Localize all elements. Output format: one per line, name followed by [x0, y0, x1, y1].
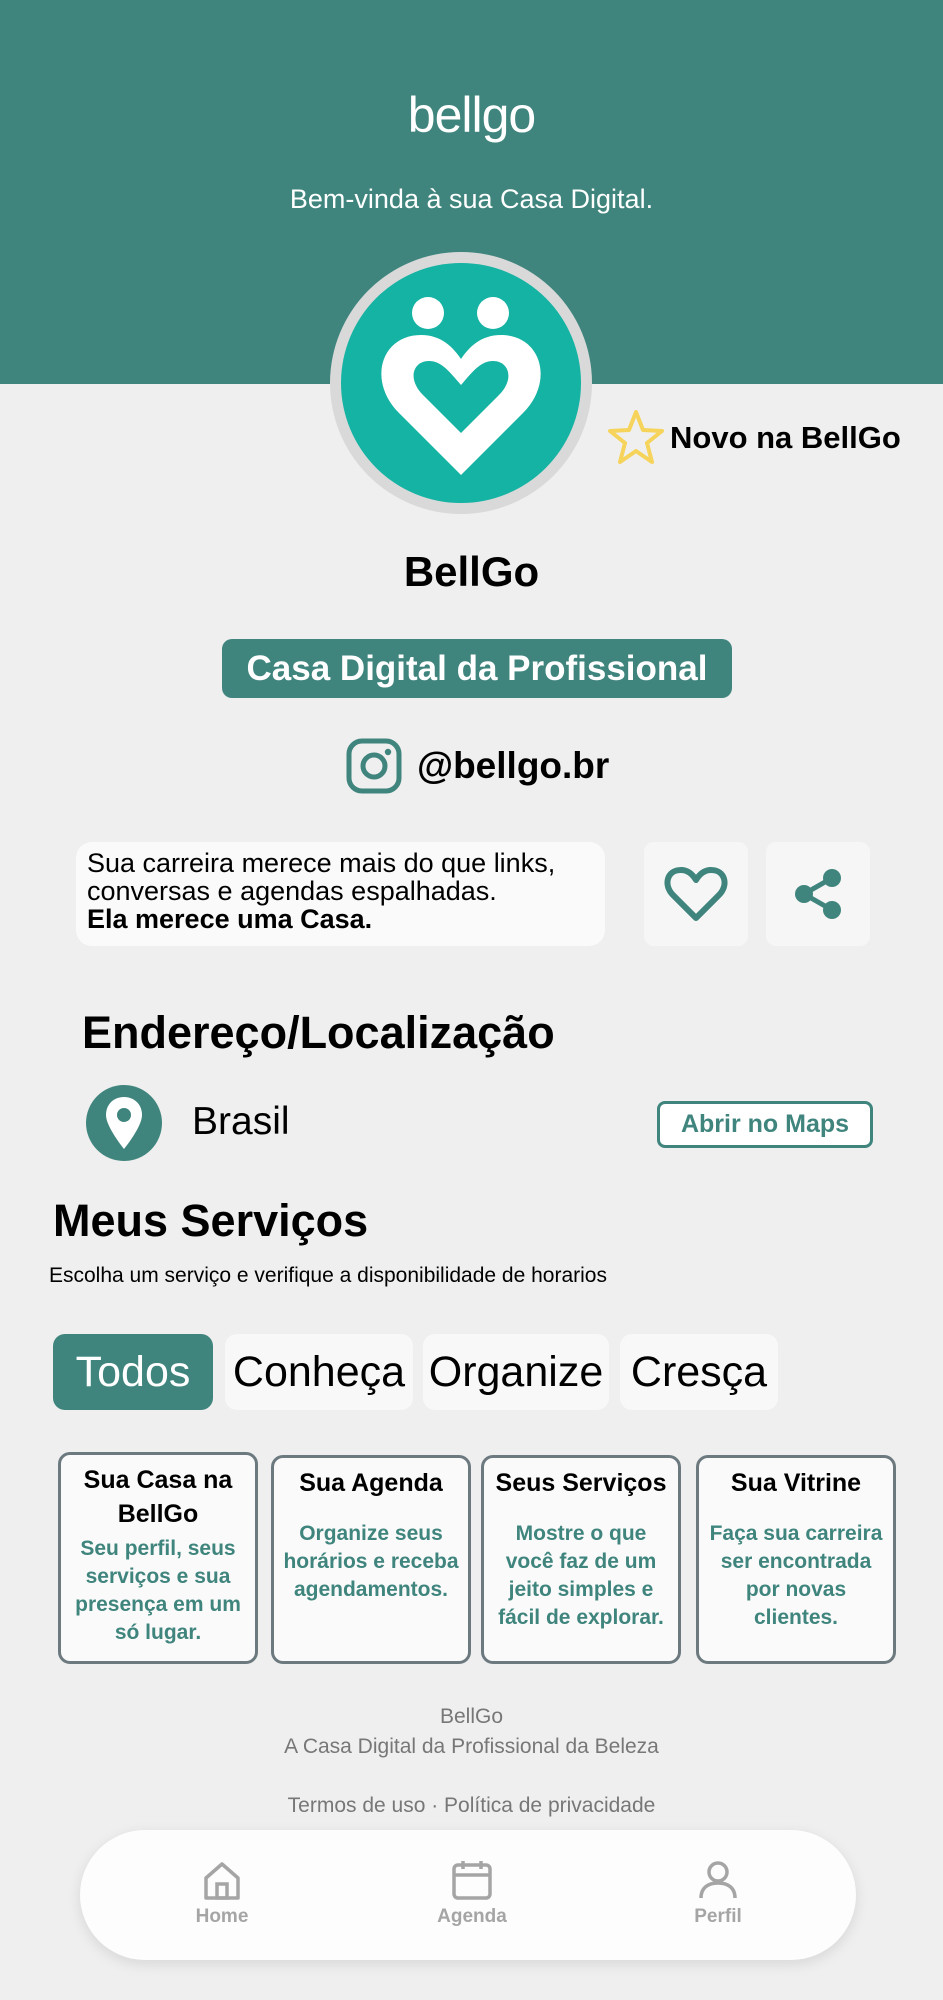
- footer-tagline: A Casa Digital da Profissional da Beleza: [284, 1735, 659, 1758]
- location-section-title: Endereço/Localização: [82, 1007, 555, 1058]
- service-card-description: Seu perfil, seus serviços e sua presença…: [75, 1537, 241, 1644]
- service-card[interactable]: Sua Agenda Organize seus horários e rece…: [271, 1455, 471, 1664]
- bio-line-1: Sua carreira merece mais do que links,: [87, 848, 556, 878]
- logo-text: bellgo: [407, 87, 536, 143]
- nav-home[interactable]: Home: [162, 1858, 282, 1928]
- calendar-icon: [452, 1861, 492, 1900]
- share-button[interactable]: [766, 842, 870, 946]
- nav-perfil-label: Perfil: [694, 1906, 742, 1927]
- nav-home-label: Home: [195, 1906, 249, 1927]
- new-member-badge: Novo na BellGo: [606, 408, 901, 468]
- instagram-handle[interactable]: @bellgo.br: [417, 745, 609, 787]
- brand-logo: bellgo: [0, 86, 943, 144]
- filter-organize[interactable]: Organize: [423, 1334, 609, 1410]
- open-maps-button[interactable]: Abrir no Maps: [657, 1101, 873, 1148]
- instagram-icon: [346, 738, 402, 794]
- favorite-button[interactable]: [644, 842, 748, 946]
- service-card-title: Sua Agenda: [299, 1469, 443, 1497]
- location-pin-icon: [106, 1097, 142, 1149]
- location-pin: [86, 1085, 162, 1161]
- share-icon: [795, 869, 841, 919]
- filter-conheca[interactable]: Conheça: [225, 1334, 413, 1410]
- bio-bold-line: Ela merece uma Casa.: [87, 905, 594, 933]
- welcome-text: Bem-vinda à sua Casa Digital.: [289, 184, 654, 214]
- filter-cresca[interactable]: Cresça: [620, 1334, 778, 1410]
- user-icon: [699, 1861, 737, 1899]
- footer-brand: BellGo: [439, 1705, 504, 1728]
- services-section-title: Meus Serviços: [53, 1195, 369, 1246]
- service-card-description: Faça sua carreira ser encontrada por nov…: [709, 1522, 883, 1629]
- heart-logo-icon: [381, 297, 541, 475]
- bottom-navigation: Home Agenda Perfil: [80, 1830, 856, 1960]
- filter-todos[interactable]: Todos: [53, 1334, 213, 1410]
- service-card-description: Organize seus horários e receba agendame…: [283, 1522, 459, 1601]
- avatar: [341, 263, 581, 503]
- service-card-title-line2: BellGo: [117, 1500, 199, 1528]
- service-card-title: Sua Casa na: [83, 1466, 233, 1494]
- service-card[interactable]: Sua Vitrine Faça sua carreira ser encont…: [696, 1455, 896, 1664]
- bio-line-2: conversas e agendas espalhadas.: [87, 876, 497, 906]
- new-member-label: Novo na BellGo: [670, 420, 901, 455]
- service-card[interactable]: Seus Serviços Mostre o que você faz de u…: [481, 1455, 681, 1664]
- footer-links[interactable]: Termos de uso · Política de privacidade: [0, 1794, 943, 1818]
- service-card-title: Seus Serviços: [495, 1469, 667, 1497]
- nav-perfil[interactable]: Perfil: [658, 1858, 778, 1928]
- profile-category-badge: Casa Digital da Profissional: [222, 639, 732, 698]
- profile-name: BellGo: [403, 548, 540, 595]
- star-icon: [608, 410, 664, 464]
- service-card-description: Mostre o que você faz de um jeito simple…: [498, 1522, 664, 1629]
- services-subtitle: Escolha um serviço e verifique a disponi…: [49, 1264, 607, 1287]
- bio-bold-text: Ela merece uma Casa.: [87, 904, 373, 934]
- service-card-title: Sua Vitrine: [730, 1469, 862, 1497]
- bio-card: Sua carreira merece mais do que links, c…: [76, 842, 605, 946]
- instagram-link[interactable]: @bellgo.br: [345, 737, 609, 795]
- heart-icon: [664, 867, 728, 921]
- service-card[interactable]: Sua Casa na BellGo Seu perfil, seus serv…: [58, 1452, 258, 1664]
- home-icon: [204, 1862, 240, 1900]
- nav-agenda-label: Agenda: [437, 1906, 507, 1927]
- location-text: Brasil: [192, 1100, 290, 1143]
- nav-agenda[interactable]: Agenda: [412, 1858, 532, 1928]
